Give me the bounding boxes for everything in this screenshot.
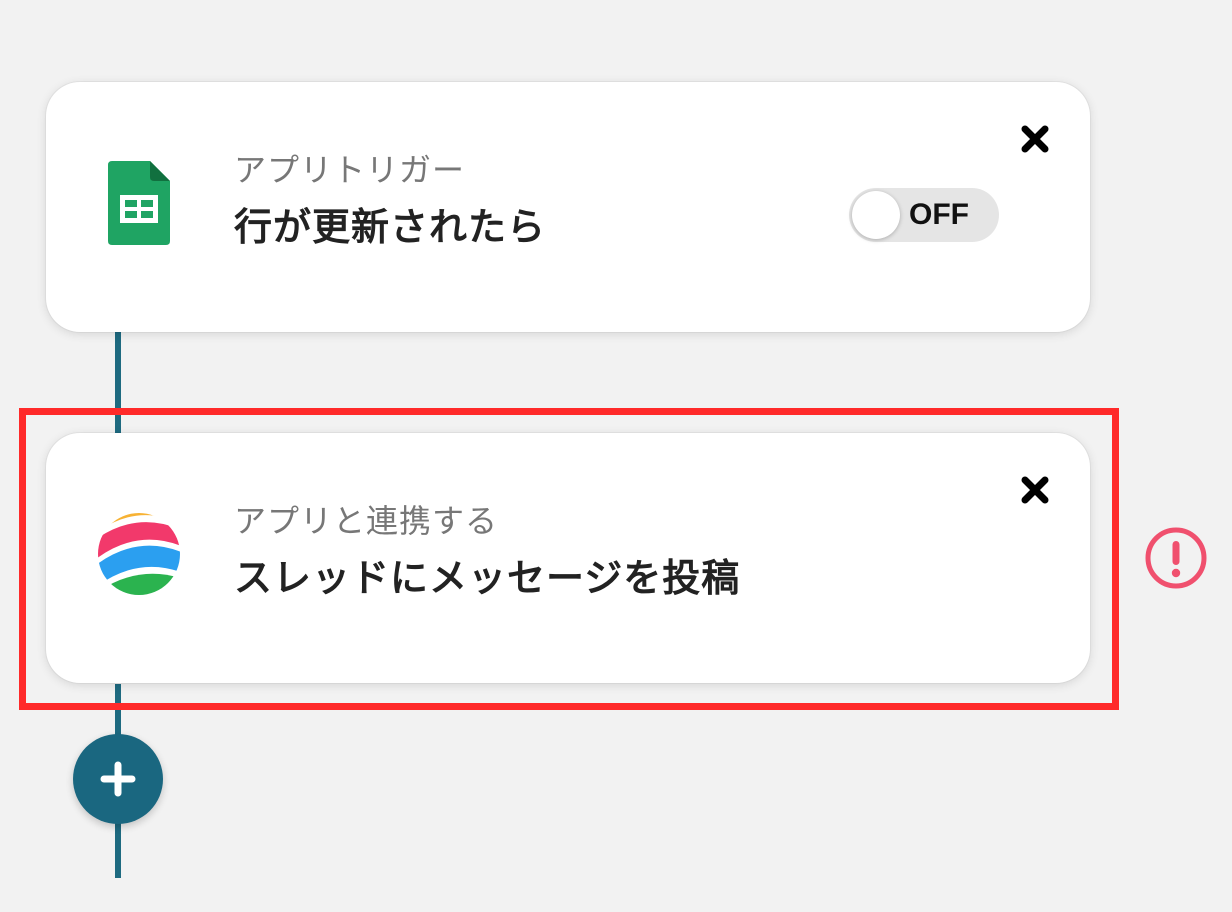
highlight-annotation-box <box>19 408 1119 710</box>
close-x-icon[interactable] <box>1018 122 1052 156</box>
add-step-button[interactable] <box>73 734 163 824</box>
toggle-state-label: OFF <box>909 198 969 231</box>
alert-circle-icon[interactable] <box>1144 526 1208 590</box>
step-type-label: アプリトリガー <box>234 151 466 189</box>
trigger-toggle-switch[interactable]: OFF <box>849 188 999 242</box>
toggle-knob <box>852 191 900 239</box>
trigger-step-text: アプリトリガー 行が更新されたら <box>234 150 546 252</box>
trigger-step-card[interactable]: アプリトリガー 行が更新されたら OFF <box>46 82 1090 332</box>
step-title: 行が更新されたら <box>234 205 547 249</box>
google-sheets-icon <box>96 160 182 246</box>
plus-icon <box>100 761 136 797</box>
